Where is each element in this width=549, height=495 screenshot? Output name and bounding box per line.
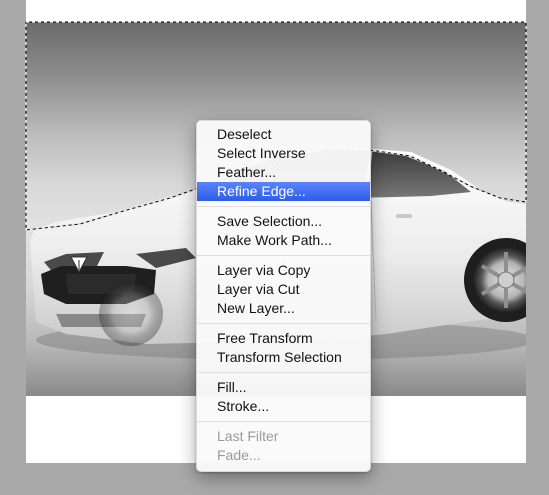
menu-separator [197,421,370,422]
menu-item-feather[interactable]: Feather... [197,163,370,182]
menu-item-free-transform[interactable]: Free Transform [197,329,370,348]
menu-item-deselect[interactable]: Deselect [197,125,370,144]
menu-item-fill[interactable]: Fill... [197,378,370,397]
menu-item-make-work-path[interactable]: Make Work Path... [197,231,370,250]
menu-item-last-filter: Last Filter [217,428,279,444]
menu-item-fade: Fade... [217,447,261,463]
menu-item-layer-via-copy[interactable]: Layer via Copy [197,261,370,280]
menu-item-select-inverse[interactable]: Select Inverse [197,144,370,163]
menu-item-stroke[interactable]: Stroke... [197,397,370,416]
menu-item-save-selection[interactable]: Save Selection... [197,212,370,231]
menu-item-refine-edge[interactable]: Refine Edge... [197,182,370,201]
menu-separator [197,323,370,324]
menu-item-transform-selection[interactable]: Transform Selection [197,348,370,367]
menu-item-layer-via-cut[interactable]: Layer via Cut [197,280,370,299]
menu-separator [197,206,370,207]
menu-separator [197,255,370,256]
context-menu[interactable]: Deselect Select Inverse Feather... Refine E… [196,120,371,472]
menu-separator [197,372,370,373]
menu-item-new-layer[interactable]: New Layer... [197,299,370,318]
